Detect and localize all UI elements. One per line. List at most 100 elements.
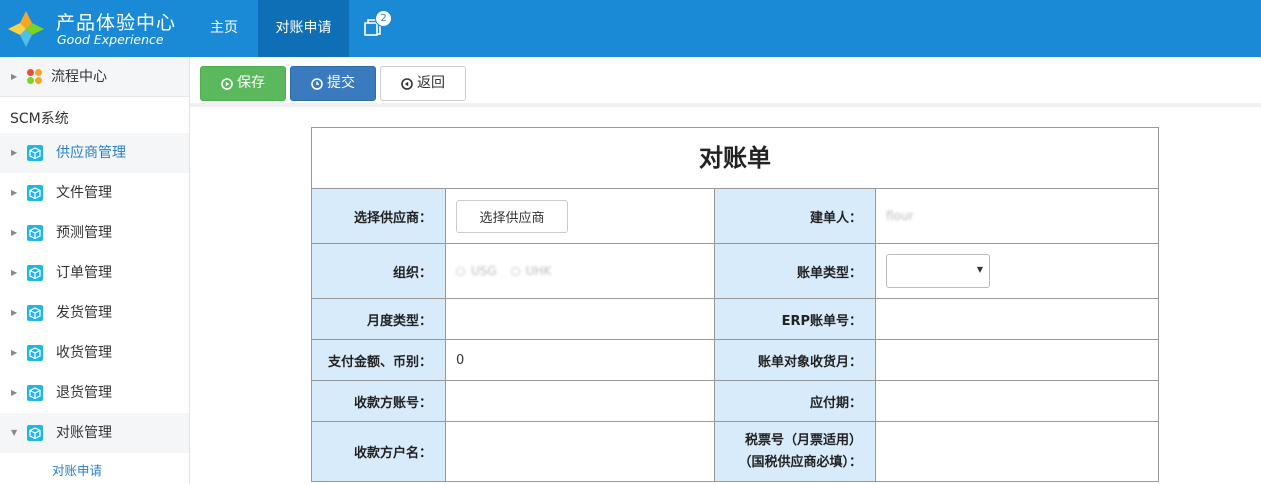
caret-right-icon: ▶ [11,228,18,237]
caret-right-icon: ▶ [11,268,18,277]
sidebar-item-label: 预测管理 [56,225,112,241]
sidebar-item-label: 供应商管理 [56,145,126,161]
org-radio-usg[interactable]: USG [456,264,497,278]
back-button[interactable]: 返回 [380,66,466,101]
sidebar-item-flow-center[interactable]: ▶ 流程中心 [0,57,189,97]
caret-right-icon: ▶ [11,148,18,157]
erp-label: ERP账单号： [715,299,876,339]
org-option-label: UHK [525,264,552,278]
target-month-label: 账单对象收货月： [715,340,876,380]
payee-account-label: 收款方账号： [312,381,446,421]
play-circle-icon [221,77,233,90]
target-month-value [876,340,1158,380]
creator-cell: flour [876,189,1158,243]
radio-icon [510,267,520,276]
form-title: 对账单 [312,128,1158,189]
clock-icon [311,77,323,90]
form-row: 收款方账号： 应付期： [312,381,1158,422]
caret-right-icon: ▶ [11,388,18,397]
sidebar-item-label: 订单管理 [56,265,112,281]
back-label: 返回 [417,75,445,91]
caret-right-icon: ▶ [11,188,18,197]
org-radio-uhk[interactable]: UHK [510,264,552,278]
payee-name-value [446,422,715,481]
creator-label: 建单人： [715,189,876,243]
bill-type-select[interactable] [886,254,990,288]
cube-icon [27,305,43,321]
radio-icon [456,267,465,276]
month-type-value [446,299,715,339]
submit-button[interactable]: 提交 [290,66,376,101]
sidebar-item-label: 文件管理 [56,185,112,201]
tax-label: 税票号（月票适用） （国税供应商必填）： [715,422,876,481]
nav-reconciliation[interactable]: 对账申请 [258,0,349,57]
sidebar-item-label: 对账管理 [56,425,112,441]
supplier-label: 选择供应商： [312,189,446,243]
sidebar-item-label: 发货管理 [56,305,112,321]
nav-home[interactable]: 主页 [190,0,258,57]
amount-label: 支付金额、币别： [312,340,446,380]
apps-icon [27,69,43,85]
message-badge: 2 [375,10,392,27]
cube-icon [27,385,43,401]
form-row: 月度类型： ERP账单号： [312,299,1158,340]
caret-right-icon: ▶ [11,72,18,81]
system-heading: SCM系统 [10,111,69,127]
month-type-label: 月度类型： [312,299,446,339]
form-row: 收款方户名： 税票号（月票适用） （国税供应商必填）： [312,422,1158,482]
back-circle-icon [401,77,413,90]
erp-value [876,299,1158,339]
sidebar-item-shipping[interactable]: ▶ 发货管理 [0,293,189,333]
org-cell: USG UHK [446,244,715,298]
caret-down-icon: ▼ [11,428,18,437]
caret-right-icon: ▶ [11,348,18,357]
sidebar-item-label: 收货管理 [56,345,112,361]
sidebar-subitem-reconciliation-apply[interactable]: 对账申请 [52,460,102,479]
creator-value: flour [886,209,914,223]
sidebar-item-files[interactable]: ▶ 文件管理 [0,173,189,213]
cube-icon [27,345,43,361]
amount-value: 0 [456,352,465,368]
logo-subtitle: Good Experience [57,32,164,47]
reconciliation-form: 对账单 选择供应商： 选择供应商 建单人： flour 组织： USG UHK … [311,127,1159,482]
payee-name-label: 收款方户名： [312,422,446,481]
save-label: 保存 [237,75,265,91]
tax-label-line2: （国税供应商必填）： [738,454,862,470]
toolbar: 保存 提交 返回 [190,57,1261,107]
sidebar-item-supplier[interactable]: ▶ 供应商管理 [0,133,189,173]
save-button[interactable]: 保存 [200,66,286,101]
cube-icon [27,225,43,241]
sidebar: ▶ 流程中心 SCM系统 ▶ 供应商管理 ▶ 文件管理 ▶ 预测管理 ▶ 订单管… [0,57,190,484]
bill-type-label: 账单类型： [715,244,876,298]
logo-title: 产品体验中心 [56,12,177,34]
sidebar-item-label: 流程中心 [51,69,107,85]
form-row: 选择供应商： 选择供应商 建单人： flour [312,189,1158,244]
sidebar-item-receiving[interactable]: ▶ 收货管理 [0,333,189,373]
due-label: 应付期： [715,381,876,421]
nav-messages[interactable] [349,0,399,57]
supplier-cell: 选择供应商 [446,189,715,243]
logo[interactable]: 产品体验中心 Good Experience [0,0,190,57]
sidebar-item-label: 退货管理 [56,385,112,401]
sidebar-item-reconciliation[interactable]: ▼ 对账管理 [0,413,189,453]
org-label: 组织： [312,244,446,298]
select-supplier-button[interactable]: 选择供应商 [456,199,568,233]
sidebar-item-orders[interactable]: ▶ 订单管理 [0,253,189,293]
cube-icon [27,145,43,161]
due-value [876,381,1158,421]
amount-cell: 0 [446,340,715,380]
top-header: 产品体验中心 Good Experience 主页 对账申请 2 [0,0,1261,57]
bill-type-cell [876,244,1158,298]
sidebar-item-returns[interactable]: ▶ 退货管理 [0,373,189,413]
form-row: 组织： USG UHK 账单类型： [312,244,1158,299]
sidebar-item-forecast[interactable]: ▶ 预测管理 [0,213,189,253]
org-option-label: USG [471,264,497,278]
cube-icon [27,425,43,441]
cube-icon [27,265,43,281]
submit-label: 提交 [327,75,355,91]
payee-account-value [446,381,715,421]
logo-icon [8,11,44,47]
tax-label-line1: 税票号（月票适用） [744,432,862,448]
caret-right-icon: ▶ [11,308,18,317]
tax-value [876,422,1158,481]
